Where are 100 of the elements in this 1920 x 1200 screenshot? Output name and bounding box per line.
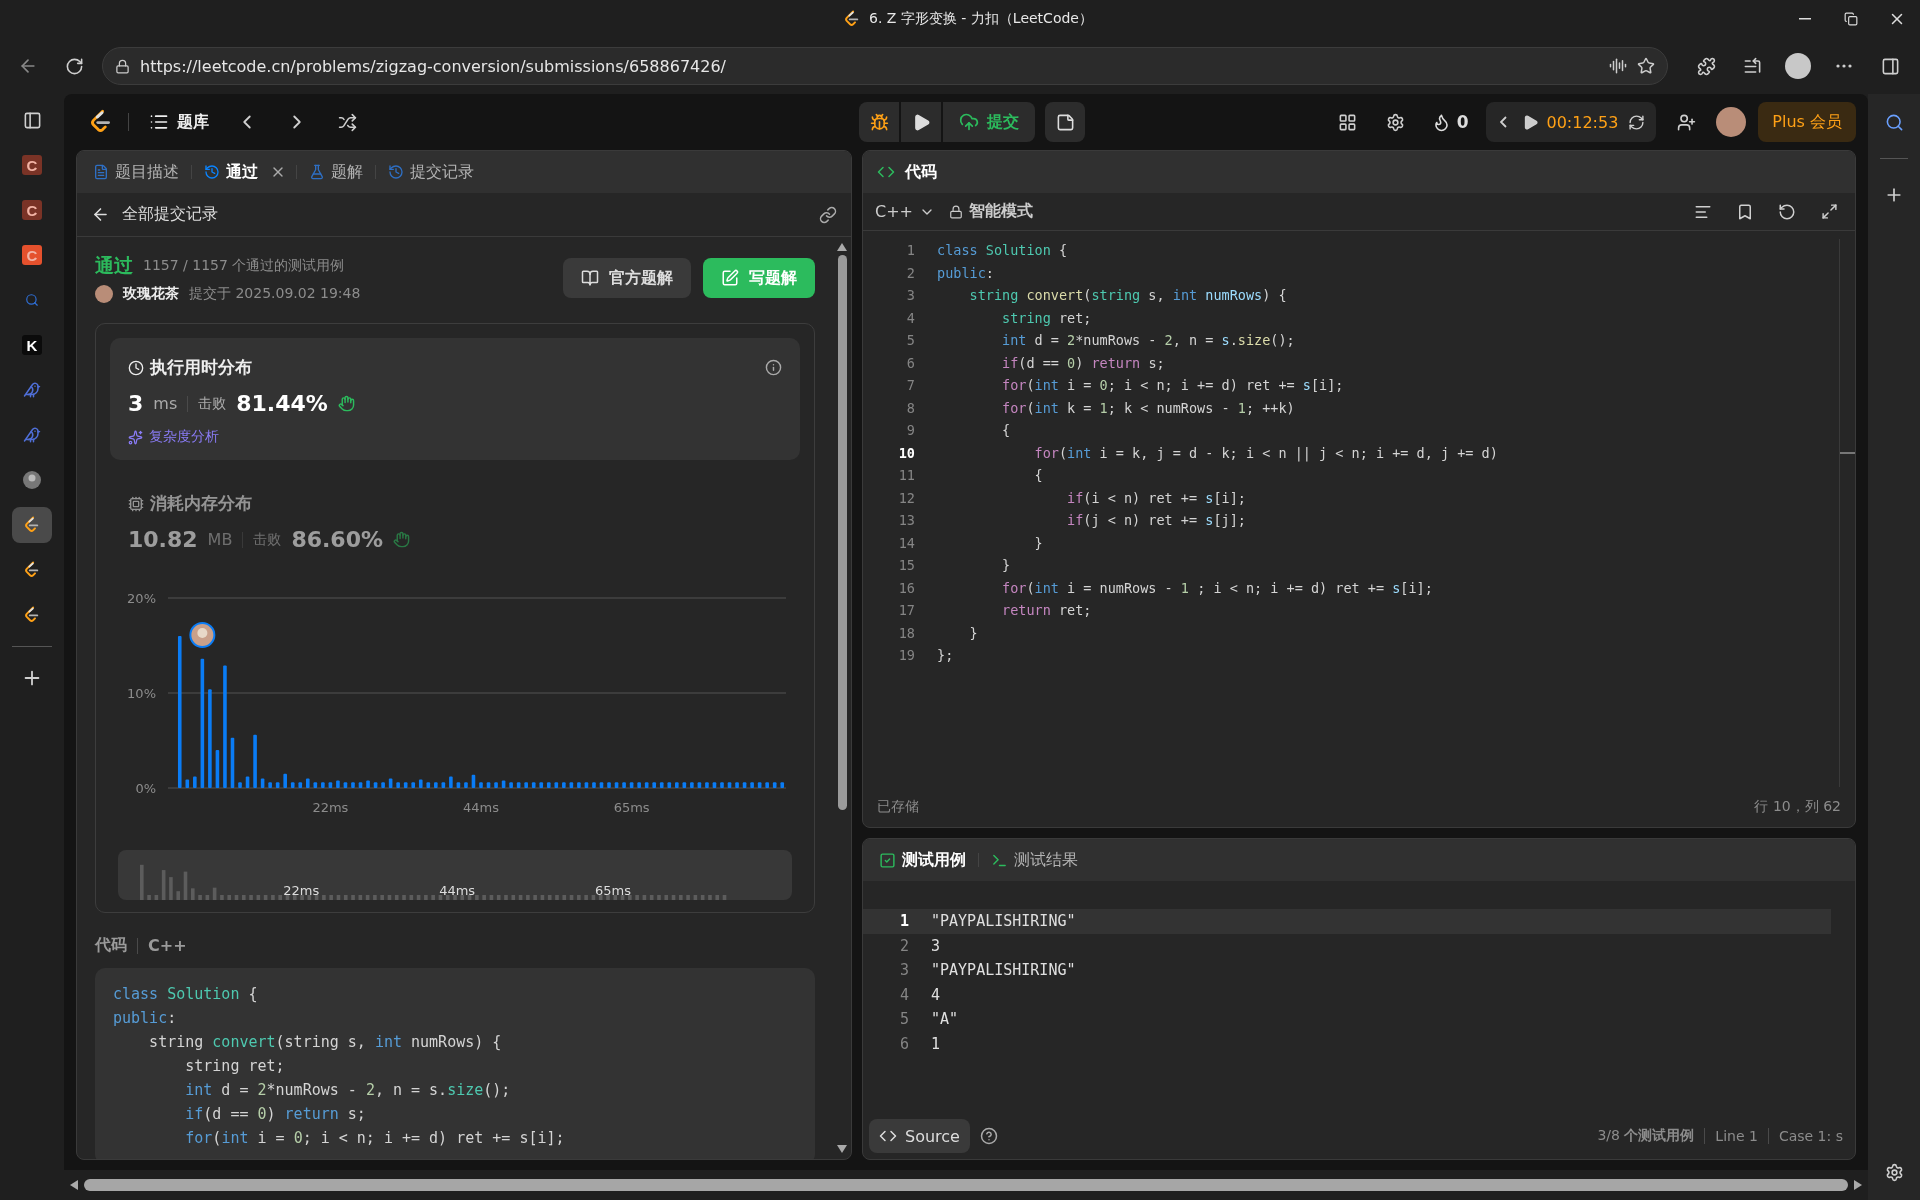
- profile-avatar: [1785, 53, 1811, 79]
- search-icon: [25, 293, 39, 307]
- panel-tab[interactable]: 提交记录: [386, 157, 476, 187]
- language-dropdown[interactable]: C++: [875, 202, 935, 221]
- code-line: {: [1001, 421, 1012, 440]
- clock-icon: [128, 359, 144, 376]
- x-tick-label: 22ms: [312, 800, 349, 815]
- history-icon: [204, 164, 220, 180]
- accepted-status: 通过: [95, 253, 133, 278]
- more-icon: [1836, 64, 1852, 68]
- share-link-icon[interactable]: [819, 205, 837, 224]
- problem-list-button[interactable]: 题库: [143, 107, 215, 137]
- panel-tab[interactable]: 题解: [307, 157, 365, 187]
- book-icon: [581, 269, 599, 287]
- line-number: 17: [898, 601, 915, 620]
- window-title: 6. Z 字形变换 - 力扣（LeetCode）: [869, 10, 1093, 28]
- line-number: 1: [898, 912, 909, 931]
- y-tick-label: 20%: [127, 591, 156, 606]
- y-tick-label: 10%: [127, 686, 156, 701]
- panel-title: 代码: [905, 161, 937, 183]
- favorites-icon: [1742, 56, 1762, 76]
- overview-tick-label: 44ms: [439, 883, 476, 898]
- note-icon: [1055, 112, 1075, 132]
- checkbox-icon: [879, 851, 896, 869]
- line-number: 6: [906, 353, 915, 373]
- panel-tab[interactable]: 通过: [202, 157, 260, 187]
- scroll-up-arrow-icon[interactable]: [837, 243, 847, 251]
- cloud-upload-icon: [959, 112, 979, 132]
- scroll-down-arrow-icon[interactable]: [837, 1145, 847, 1153]
- all-submissions-link[interactable]: 全部提交记录: [91, 204, 218, 225]
- code-line: };: [937, 646, 955, 665]
- line-number: 2: [906, 263, 915, 283]
- line-number: 3: [906, 286, 915, 305]
- code-line: public:: [937, 263, 995, 283]
- puzzle-icon: [1696, 56, 1716, 76]
- code-line: if(j < n) ret += s[j];: [1066, 511, 1247, 530]
- stat-card[interactable]: 执行用时分布 3 ms 击败 81.44% 复杂度分析: [110, 338, 800, 460]
- panel-tab[interactable]: 测试结果: [989, 845, 1080, 875]
- submit-button[interactable]: 提交: [943, 102, 1035, 142]
- grid-icon: [1338, 112, 1358, 132]
- smart-mode-label[interactable]: 智能模式: [949, 201, 1033, 222]
- stat-card[interactable]: 消耗内存分布 10.82 MB 击败 86.60%: [110, 474, 800, 566]
- editor-status-text: 3/8 个测试用例: [1597, 1127, 1695, 1145]
- code-line: class Solution {: [113, 984, 259, 1005]
- source-button[interactable]: Source: [869, 1119, 970, 1153]
- search-icon: [1884, 112, 1904, 132]
- clap-icon: [337, 395, 355, 412]
- debug-button[interactable]: [859, 102, 899, 142]
- address-bar[interactable]: https://leetcode.cn/problems/zigzag-conversion/submissions/658867426/: [102, 47, 1668, 85]
- document-icon: [93, 164, 109, 180]
- reload-icon: [64, 56, 84, 76]
- streak-counter[interactable]: 0: [1425, 111, 1475, 133]
- note-button[interactable]: [1045, 102, 1085, 142]
- scroll-right-arrow-icon[interactable]: [1854, 1180, 1862, 1190]
- user-avatar-marker: [189, 622, 216, 649]
- help-icon[interactable]: [979, 1127, 998, 1145]
- line-number: 4: [906, 308, 915, 328]
- code-line: if(d == 0) return s;: [184, 1104, 367, 1125]
- lock-icon: [115, 58, 130, 74]
- test-input-line: "A": [931, 1010, 959, 1029]
- star-icon[interactable]: [1637, 57, 1655, 75]
- beat-percent: 81.44%: [236, 391, 328, 416]
- line-number: 12: [898, 488, 915, 508]
- code-line: if(d == 0) return s;: [1001, 353, 1166, 373]
- settings-icon: [1386, 112, 1406, 132]
- line-number: 8: [906, 398, 915, 418]
- complexity-link[interactable]: 复杂度分析: [128, 428, 782, 446]
- code-line: }: [968, 623, 979, 643]
- line-number: 4: [898, 985, 909, 1004]
- sidebar-tab[interactable]: C: [12, 192, 52, 228]
- code-line: string ret;: [1001, 308, 1093, 328]
- info-icon[interactable]: [765, 359, 782, 376]
- sidebar-tab[interactable]: C: [12, 147, 52, 183]
- scroll-left-arrow-icon[interactable]: [70, 1180, 78, 1190]
- sidebar-tab[interactable]: [12, 507, 52, 543]
- user-avatar[interactable]: [1716, 107, 1747, 137]
- url-text: https://leetcode.cn/problems/zigzag-conversion/submissions/658867426/: [140, 56, 727, 76]
- test-input-line: 3: [931, 936, 941, 955]
- line-number: 19: [898, 646, 915, 665]
- code-line: int d = 2*numRows - 2, n = s.size();: [1001, 331, 1296, 350]
- y-tick-label: 0%: [135, 781, 156, 796]
- plus-membership-button[interactable]: Plus 会员: [1758, 102, 1856, 142]
- editor-status-text: Line 1: [1715, 1128, 1758, 1144]
- official-solution-button[interactable]: 官方题解: [563, 258, 691, 298]
- stat-unit: MB: [207, 530, 233, 549]
- editor-scrollbar[interactable]: [1839, 239, 1855, 787]
- line-number: 11: [898, 466, 915, 485]
- code-line: }: [1001, 556, 1012, 575]
- panel-tab[interactable]: 题目描述: [91, 157, 181, 187]
- timer-text: 00:12:53: [1546, 112, 1619, 132]
- code-line: for(int i = numRows - 1 ; i < n; i += d) ret += s[i];: [1001, 578, 1434, 598]
- read-aloud-icon[interactable]: [1609, 57, 1627, 75]
- tab-favicon: C: [22, 245, 42, 265]
- user-avatar: [95, 285, 113, 303]
- line-number: 14: [898, 533, 915, 553]
- tab-favicon: C: [22, 200, 42, 220]
- run-button[interactable]: [901, 102, 941, 142]
- sidebar-tab[interactable]: K: [12, 327, 52, 363]
- panel-tab[interactable]: 测试用例: [877, 845, 968, 875]
- line-number: 13: [898, 511, 915, 530]
